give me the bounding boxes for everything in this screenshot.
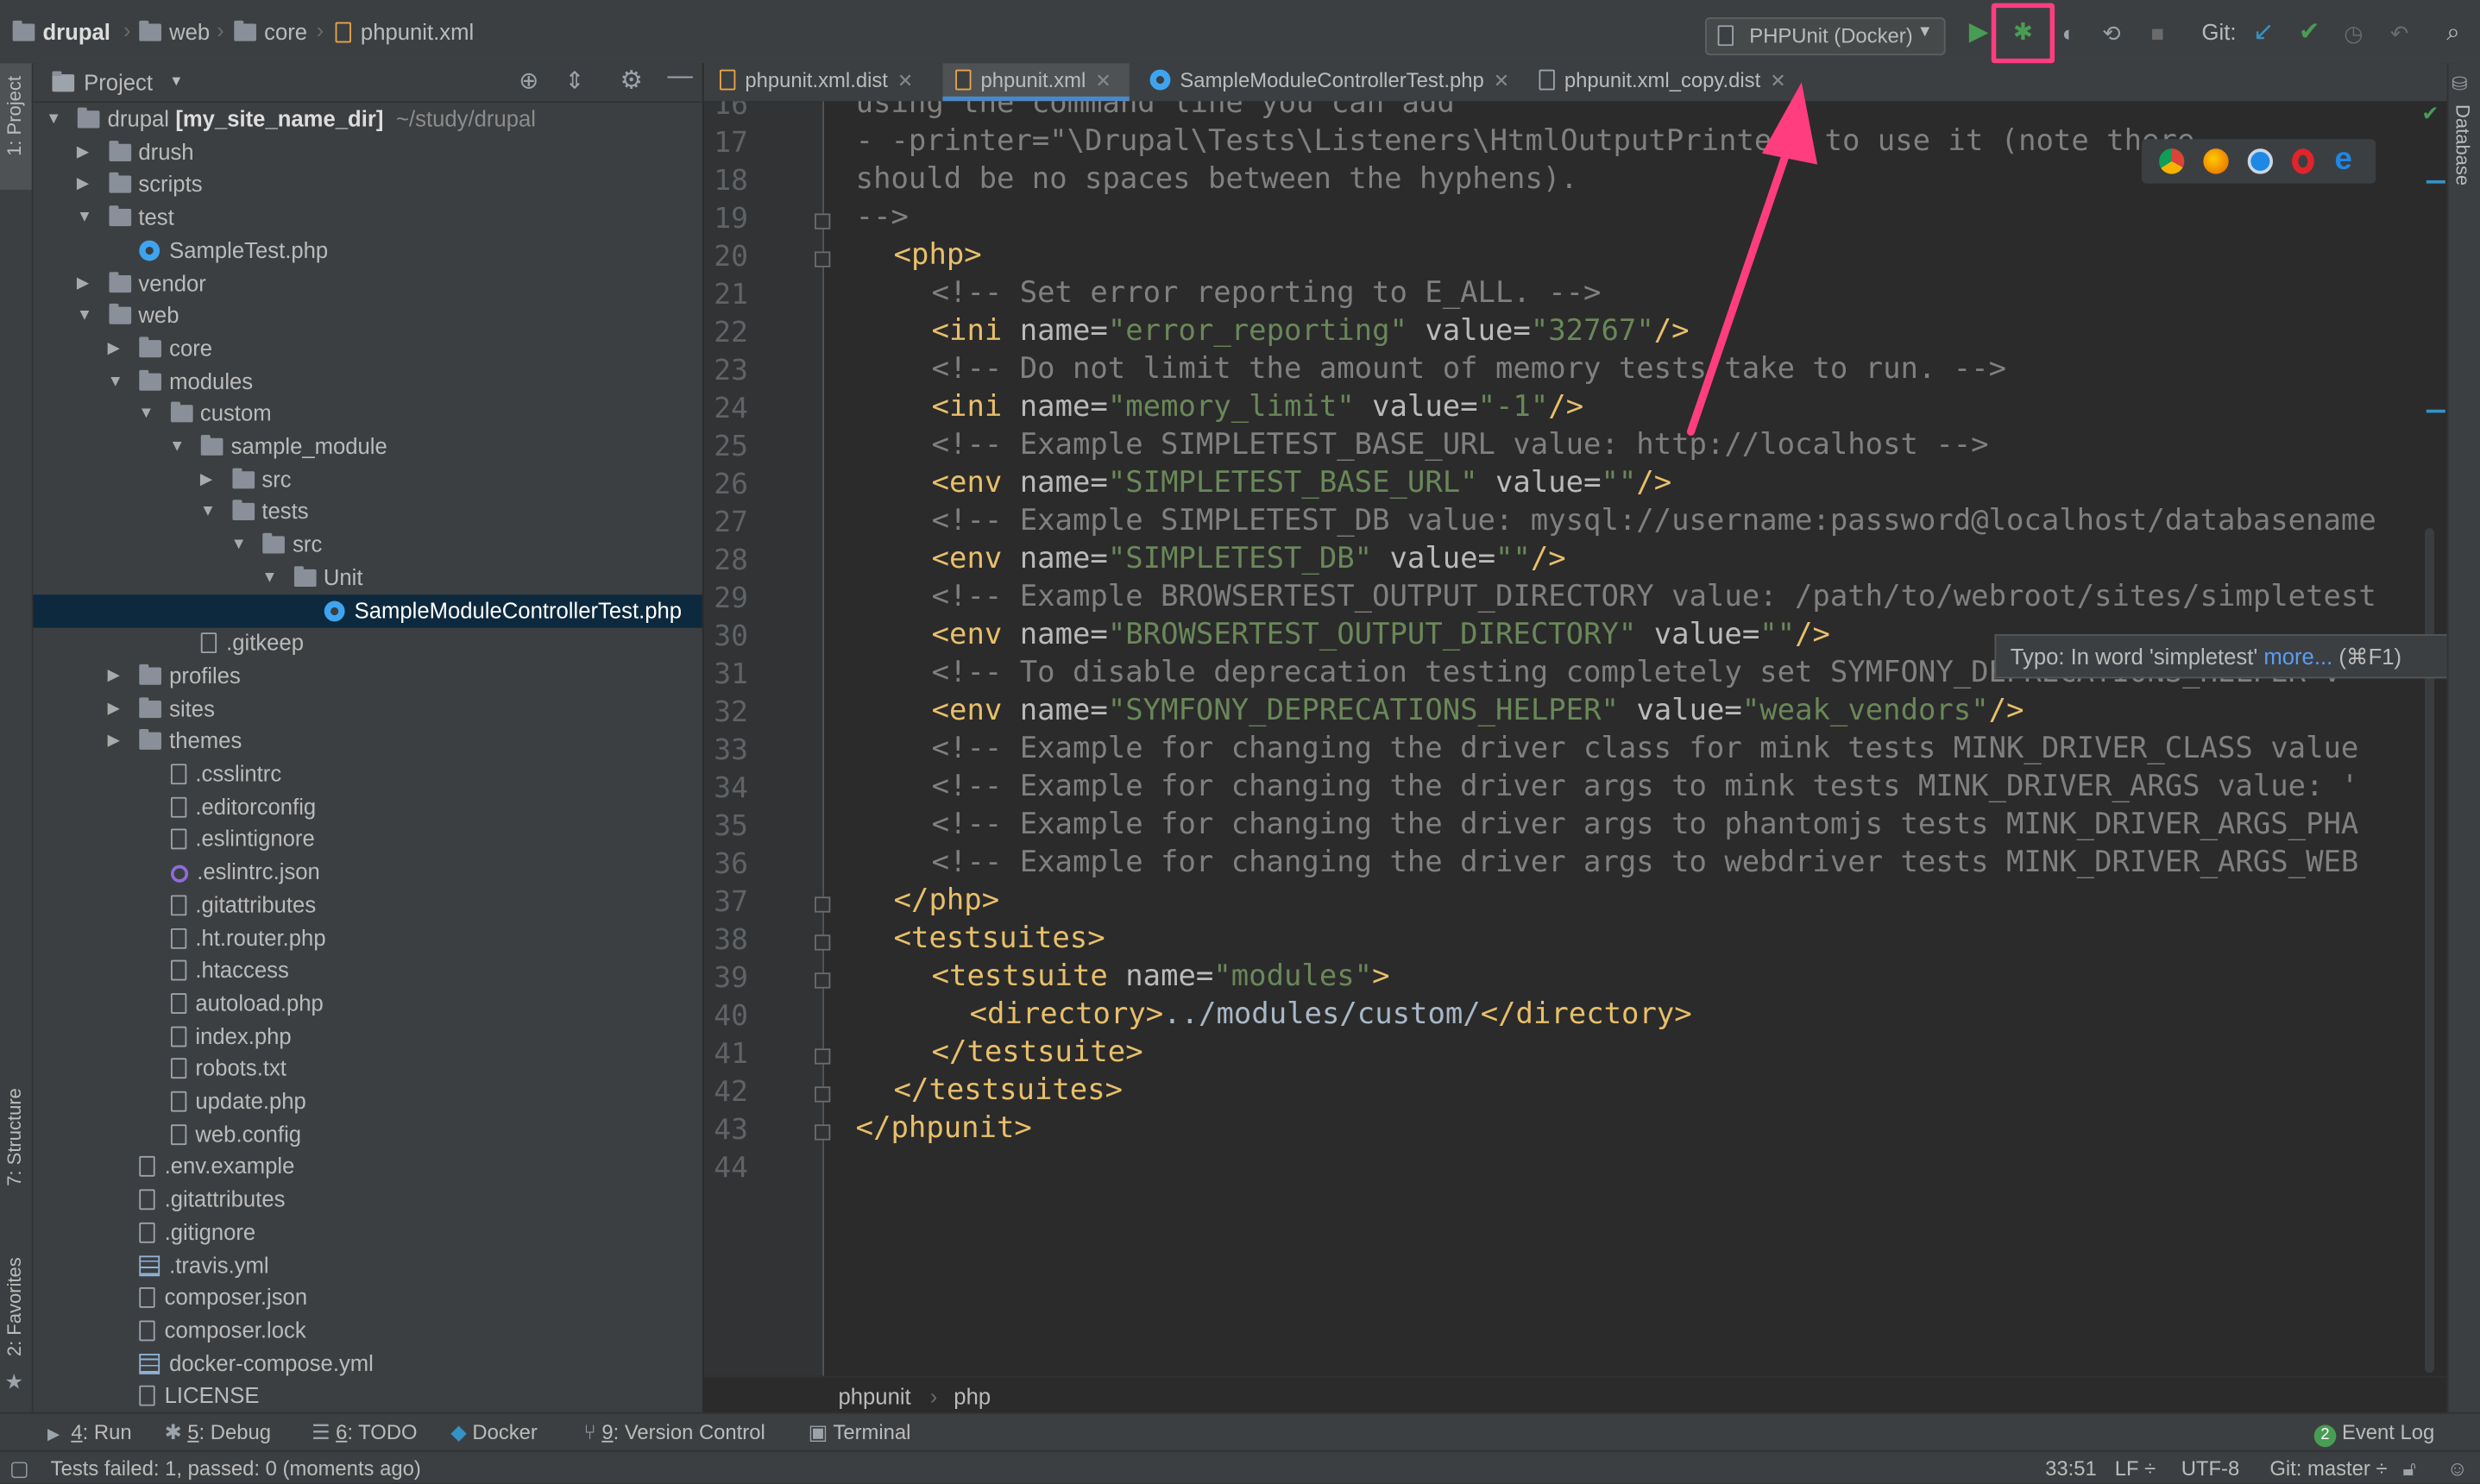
annotation-arrow xyxy=(1686,82,1818,436)
